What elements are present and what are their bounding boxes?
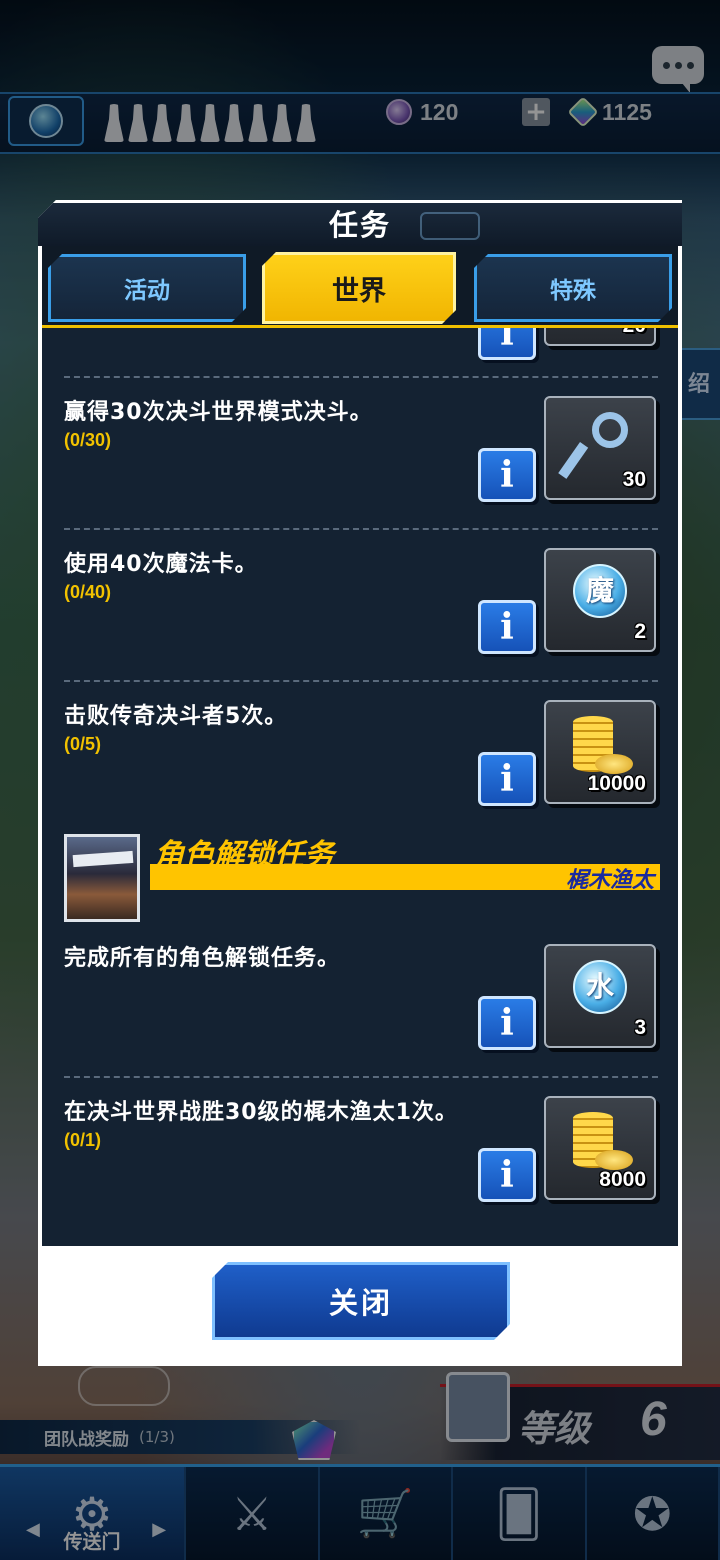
unlock-character-name: 梶木渔太: [565, 868, 654, 893]
reward-box[interactable]: 8000: [544, 1096, 656, 1200]
mission-progress: (0/40): [64, 582, 112, 602]
reward-count: 10000: [587, 772, 646, 795]
reward-count: 20: [623, 328, 646, 338]
key-icon: [558, 412, 630, 482]
magic-orb-icon: 魔: [573, 564, 627, 618]
divider: [64, 528, 658, 530]
character-portrait: [64, 834, 140, 922]
modal-title: 任务: [328, 208, 391, 242]
tab-special[interactable]: 特殊: [474, 254, 672, 322]
reward-count: 3: [634, 1016, 646, 1039]
tab-world[interactable]: 世界: [262, 252, 456, 324]
reward-box[interactable]: 水 3: [544, 944, 656, 1048]
mission-text: 完成所有的角色解锁任务。: [64, 946, 341, 971]
info-button[interactable]: i: [478, 328, 536, 360]
close-button[interactable]: 关闭: [212, 1262, 510, 1340]
mission-progress: (0/30): [64, 430, 112, 450]
divider: [64, 680, 658, 682]
reward-glyph: 水: [546, 960, 654, 1014]
reward-box[interactable]: 30: [544, 396, 656, 500]
mission-progress: (0/5): [64, 734, 102, 754]
mission-text: 赢得30次决斗世界模式决斗。: [64, 400, 373, 425]
divider: [64, 376, 658, 378]
info-button[interactable]: i: [478, 752, 536, 806]
water-orb-icon: 水: [573, 960, 627, 1014]
tab-activity[interactable]: 活动: [48, 254, 246, 322]
reward-box[interactable]: 10000: [544, 700, 656, 804]
reward-box[interactable]: 20: [544, 328, 656, 346]
info-button[interactable]: i: [478, 996, 536, 1050]
reward-count: 2: [634, 620, 646, 643]
info-button[interactable]: i: [478, 600, 536, 654]
mission-text: 使用40次魔法卡。: [64, 552, 258, 577]
reward-count: 30: [622, 468, 646, 491]
info-button[interactable]: i: [478, 448, 536, 502]
divider: [64, 1076, 658, 1078]
mission-list[interactable]: i 20 赢得30次决斗世界模式决斗。 (0/30) i 30 使用40次魔法卡…: [42, 328, 678, 1246]
info-button[interactable]: i: [478, 1148, 536, 1202]
mission-progress: (0/1): [64, 1130, 102, 1150]
reward-count: 8000: [599, 1168, 646, 1191]
reward-glyph: 魔: [546, 564, 654, 618]
reward-box[interactable]: 魔 2: [544, 548, 656, 652]
mission-text: 在决斗世界战胜30级的梶木渔太1次。: [64, 1100, 458, 1125]
unlock-section-title: 角色解锁任务: [154, 838, 334, 873]
mission-text: 击败传奇决斗者5次。: [64, 704, 288, 729]
